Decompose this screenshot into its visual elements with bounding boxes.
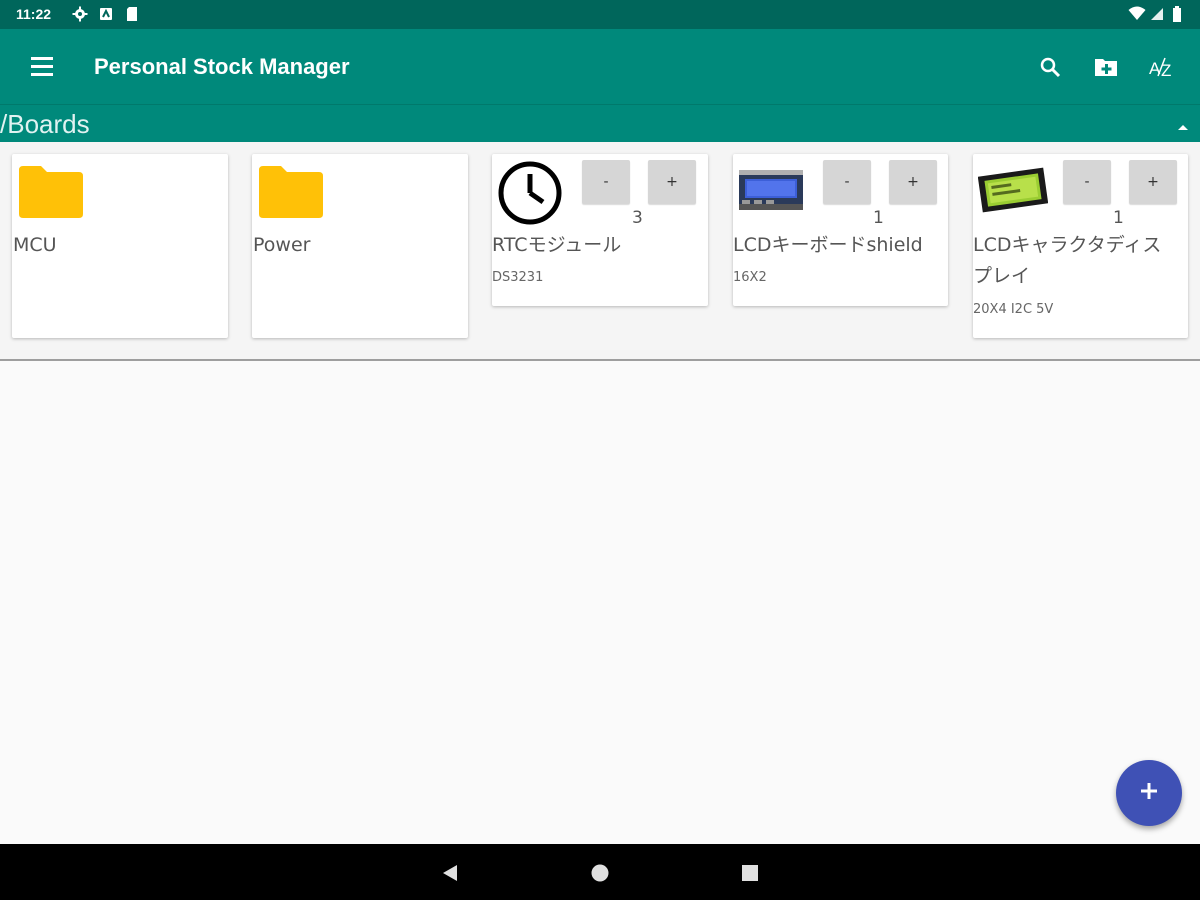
wifi-icon	[1128, 6, 1146, 22]
increment-button[interactable]: +	[889, 160, 937, 204]
lcd-shield-image	[738, 160, 804, 218]
search-icon[interactable]	[1032, 49, 1068, 85]
decrement-button[interactable]: -	[823, 160, 871, 204]
status-bar: 11:22	[0, 0, 1200, 29]
sort-az-icon[interactable]: AZ	[1144, 49, 1180, 85]
app-notification-icon	[98, 6, 114, 22]
item-name-line1: LCDキャラクタディス	[973, 234, 1162, 256]
decrement-button[interactable]: -	[1063, 160, 1111, 204]
quantity: 1	[873, 208, 884, 228]
back-icon[interactable]	[439, 862, 461, 884]
current-path: /Boards	[0, 109, 90, 139]
item-note: 16X2	[733, 270, 767, 285]
divider	[0, 359, 1200, 361]
folder-card-mcu[interactable]: MCU	[12, 154, 228, 338]
quantity: 3	[632, 208, 643, 228]
item-name-line2: プレイ	[973, 265, 1031, 287]
add-button[interactable]	[1116, 760, 1182, 826]
recents-icon[interactable]	[739, 862, 761, 884]
settings-icon	[72, 6, 88, 22]
create-folder-icon[interactable]	[1088, 49, 1124, 85]
signal-icon	[1150, 6, 1166, 22]
increment-button[interactable]: +	[648, 160, 696, 204]
menu-icon[interactable]	[24, 51, 60, 83]
battery-icon	[1172, 6, 1188, 22]
collapse-icon[interactable]	[1176, 117, 1190, 130]
folder-icon	[19, 164, 83, 222]
clock-icon	[497, 160, 563, 230]
item-name: RTCモジュール	[492, 234, 622, 256]
folder-name: Power	[253, 234, 311, 256]
svg-text:A: A	[1149, 59, 1161, 78]
item-card-rtc[interactable]: - + 3 RTCモジュール DS3231	[492, 154, 708, 306]
item-note: DS3231	[492, 270, 544, 285]
path-bar: /Boards	[0, 104, 1200, 142]
add-icon	[1138, 780, 1160, 806]
increment-button[interactable]: +	[1129, 160, 1177, 204]
item-name: LCDキーボードshield	[733, 234, 923, 256]
folder-card-power[interactable]: Power	[252, 154, 468, 338]
item-grid: MCU Power - + 3 RTCモジュール DS3231 - + 1 LC…	[0, 142, 1200, 359]
app-title: Personal Stock Manager	[94, 54, 350, 79]
decrement-button[interactable]: -	[582, 160, 630, 204]
home-icon[interactable]	[589, 862, 611, 884]
status-time: 11:22	[16, 6, 52, 22]
item-card-lcd-display[interactable]: - + 1 LCDキャラクタディス プレイ 20X4 I2C 5V	[973, 154, 1188, 338]
navigation-bar	[0, 844, 1200, 900]
quantity: 1	[1113, 208, 1124, 228]
folder-icon	[259, 164, 323, 222]
app-bar: Personal Stock Manager AZ	[0, 29, 1200, 104]
item-note: 20X4 I2C 5V	[973, 302, 1054, 317]
sd-card-icon	[124, 6, 140, 22]
item-card-lcd-shield[interactable]: - + 1 LCDキーボードshield 16X2	[733, 154, 948, 306]
folder-name: MCU	[13, 234, 57, 256]
lcd-display-image	[977, 160, 1049, 218]
